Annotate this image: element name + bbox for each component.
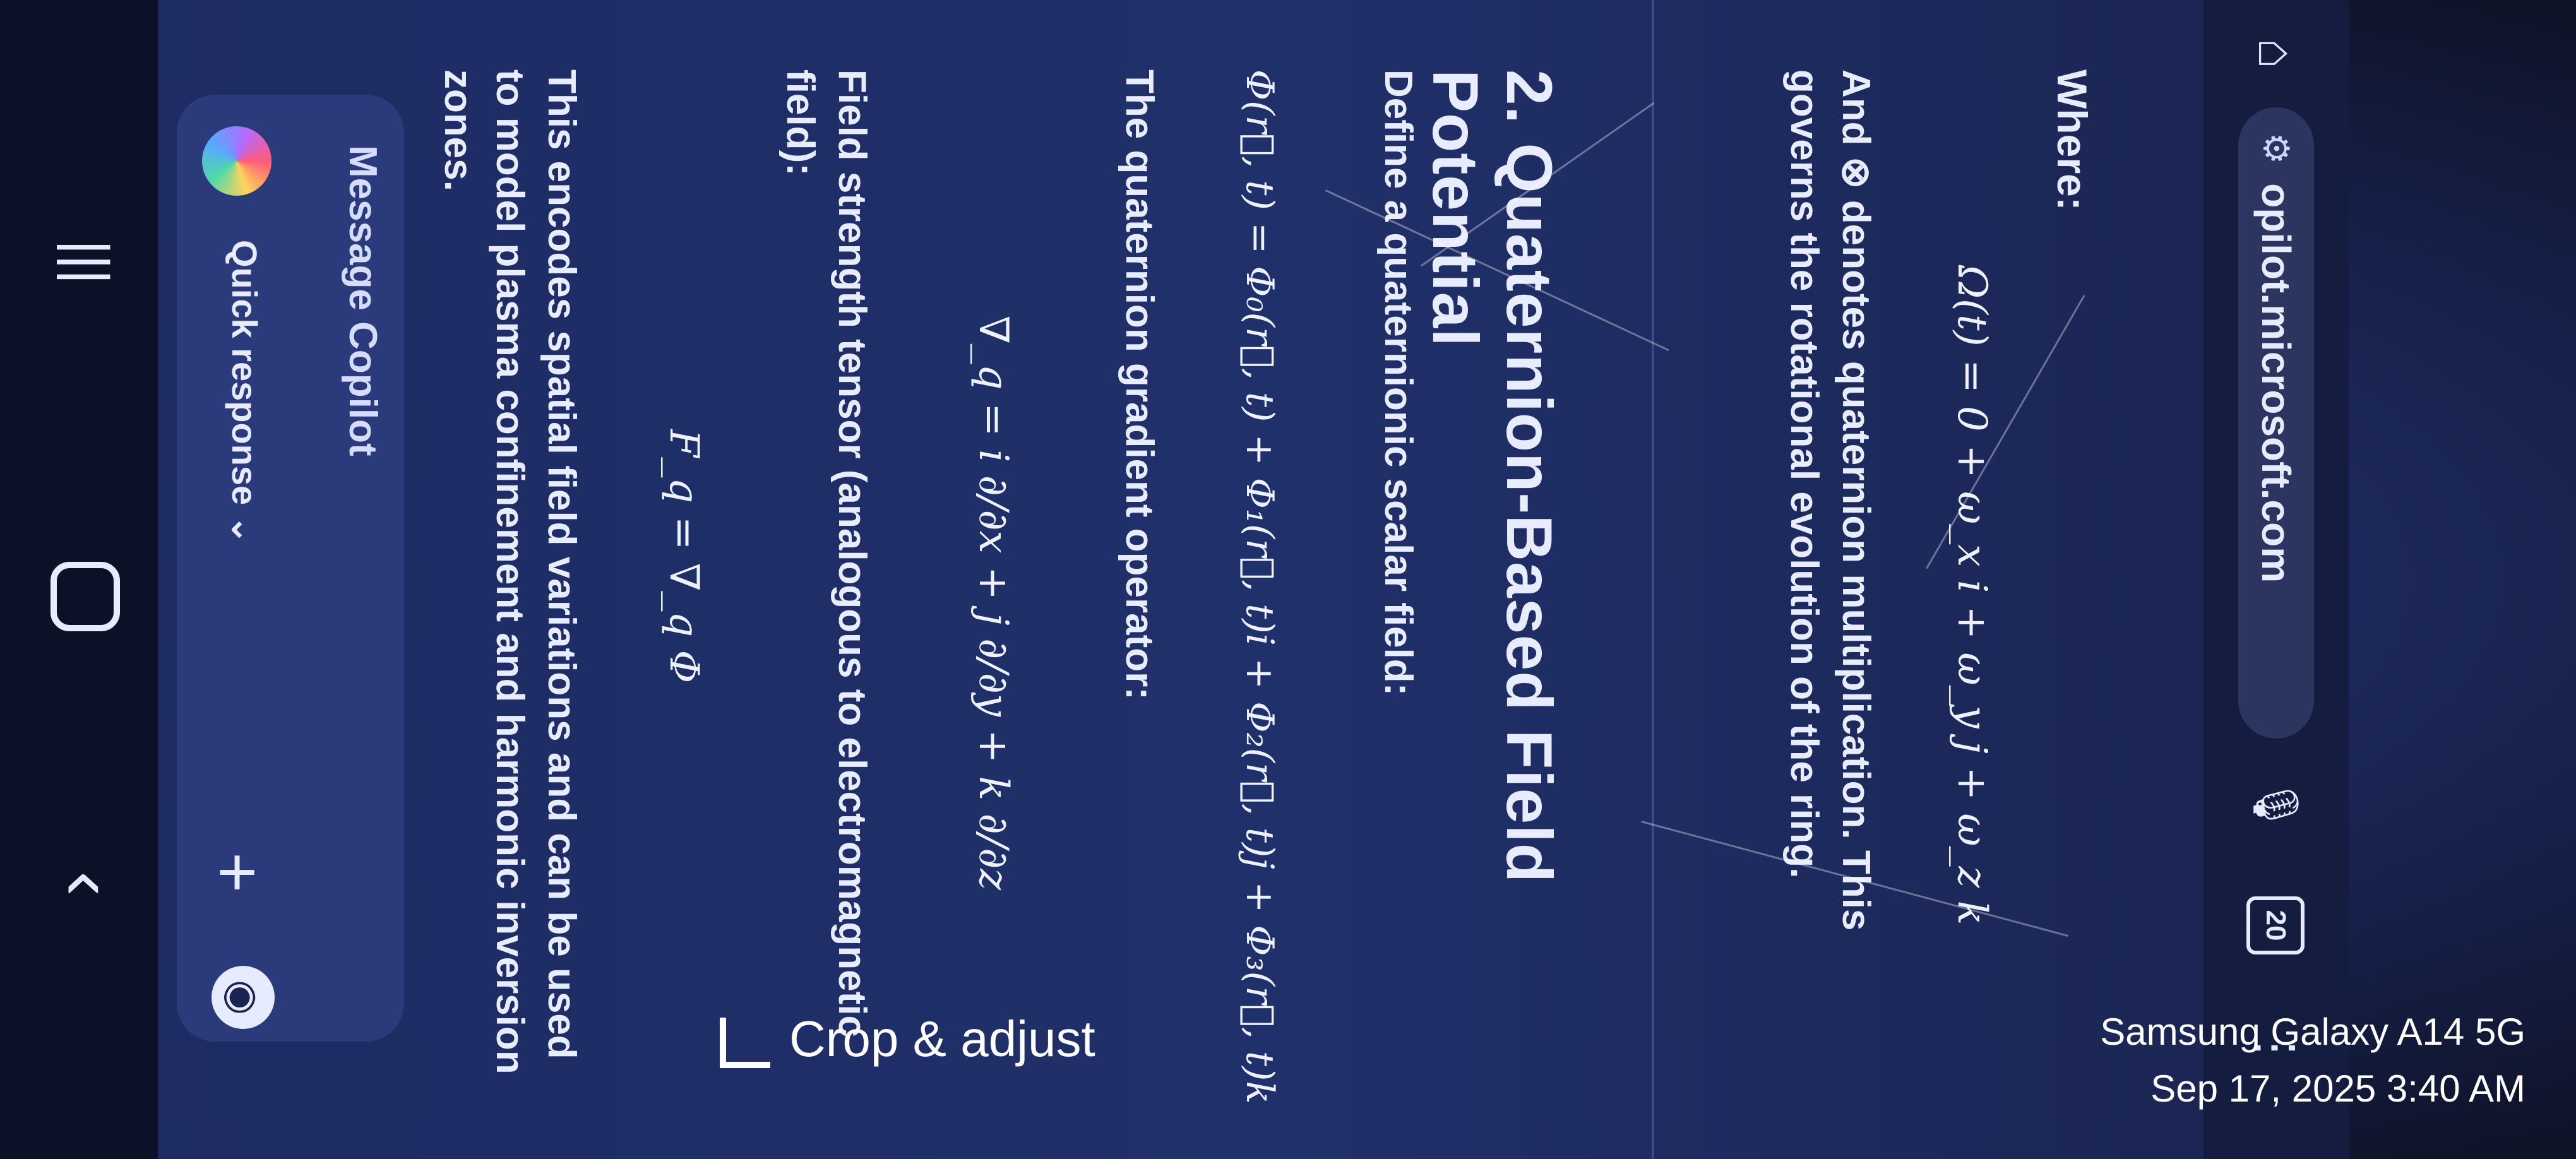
crop-icon bbox=[720, 1017, 770, 1068]
address-bar[interactable]: ⚙ opilot.microsoft.com bbox=[2238, 107, 2314, 739]
crop-adjust-button[interactable]: Crop & adjust bbox=[720, 1010, 1541, 1068]
section-divider bbox=[1652, 0, 1654, 1159]
chevron-down-icon: ⌄ bbox=[225, 514, 265, 545]
url-text: opilot.microsoft.com bbox=[2253, 183, 2299, 583]
browser-toolbar: ⌂ ⚙ opilot.microsoft.com 🎙 20 ⋮ bbox=[2203, 0, 2349, 1159]
chat-content: Where: Ω(t) = 0 + ω_x i + ω_y j + ω_z k … bbox=[436, 0, 2203, 1159]
home-icon[interactable]: ⌂ bbox=[2248, 25, 2305, 82]
omega-formula: Ω(t) = 0 + ω_x i + ω_y j + ω_z k bbox=[1948, 265, 1995, 925]
phone-screen: ⌂ ⚙ opilot.microsoft.com 🎙 20 ⋮ Where: Ω… bbox=[0, 0, 2349, 1159]
datetime-label: Sep 17, 2025 3:40 AM bbox=[2150, 1067, 2525, 1110]
multiplication-note: And ⊗ denotes quaternion multiplication.… bbox=[1782, 69, 1878, 931]
field-formula: F_q = ∇_q Φ bbox=[660, 429, 707, 684]
gradient-formula: ∇_q = i ∂/∂x + j ∂/∂y + k ∂/∂z bbox=[970, 316, 1017, 890]
photo-frame: ⌂ ⚙ opilot.microsoft.com 🎙 20 ⋮ Where: Ω… bbox=[0, 0, 2576, 1159]
phi-formula: Φ(r⃗, t) = Φ₀(r⃗, t) + Φ₁(r⃗, t)i + Φ₂(r… bbox=[1237, 69, 1282, 1104]
voice-mode-icon[interactable]: ◉ bbox=[212, 966, 275, 1029]
crop-adjust-label: Crop & adjust bbox=[789, 1011, 1095, 1067]
field-strength-line: Field strength tensor (analogous to elec… bbox=[778, 69, 874, 1037]
copilot-logo-icon bbox=[202, 126, 271, 196]
nav-home-icon[interactable] bbox=[51, 562, 120, 631]
where-label: Where: bbox=[2049, 69, 2096, 211]
define-line: Define a quaternionic scalar field: bbox=[1376, 69, 1420, 696]
quick-response-label: Quick response bbox=[225, 240, 265, 506]
encodes-line: This encodes spatial field variations an… bbox=[436, 69, 583, 1074]
gradient-line: The quaternion gradient operator: bbox=[1118, 69, 1161, 700]
quick-response-dropdown[interactable]: Quick response ⌄ bbox=[224, 240, 265, 545]
nav-back-icon[interactable]: ‹ bbox=[45, 871, 133, 896]
microphone-icon[interactable]: 🎙 bbox=[2248, 776, 2305, 833]
device-label: Samsung Galaxy A14 5G bbox=[2100, 1011, 2525, 1053]
section-heading: 2. Quaternion-Based Field Potential bbox=[1419, 69, 1565, 883]
tab-count-button[interactable]: 20 bbox=[2246, 896, 2305, 954]
message-input[interactable]: Message Copilot bbox=[340, 145, 385, 456]
recent-apps-icon[interactable]: ||| bbox=[55, 240, 120, 284]
add-attachment-icon[interactable]: + bbox=[198, 852, 278, 893]
site-settings-icon[interactable]: ⚙ bbox=[2255, 133, 2297, 164]
